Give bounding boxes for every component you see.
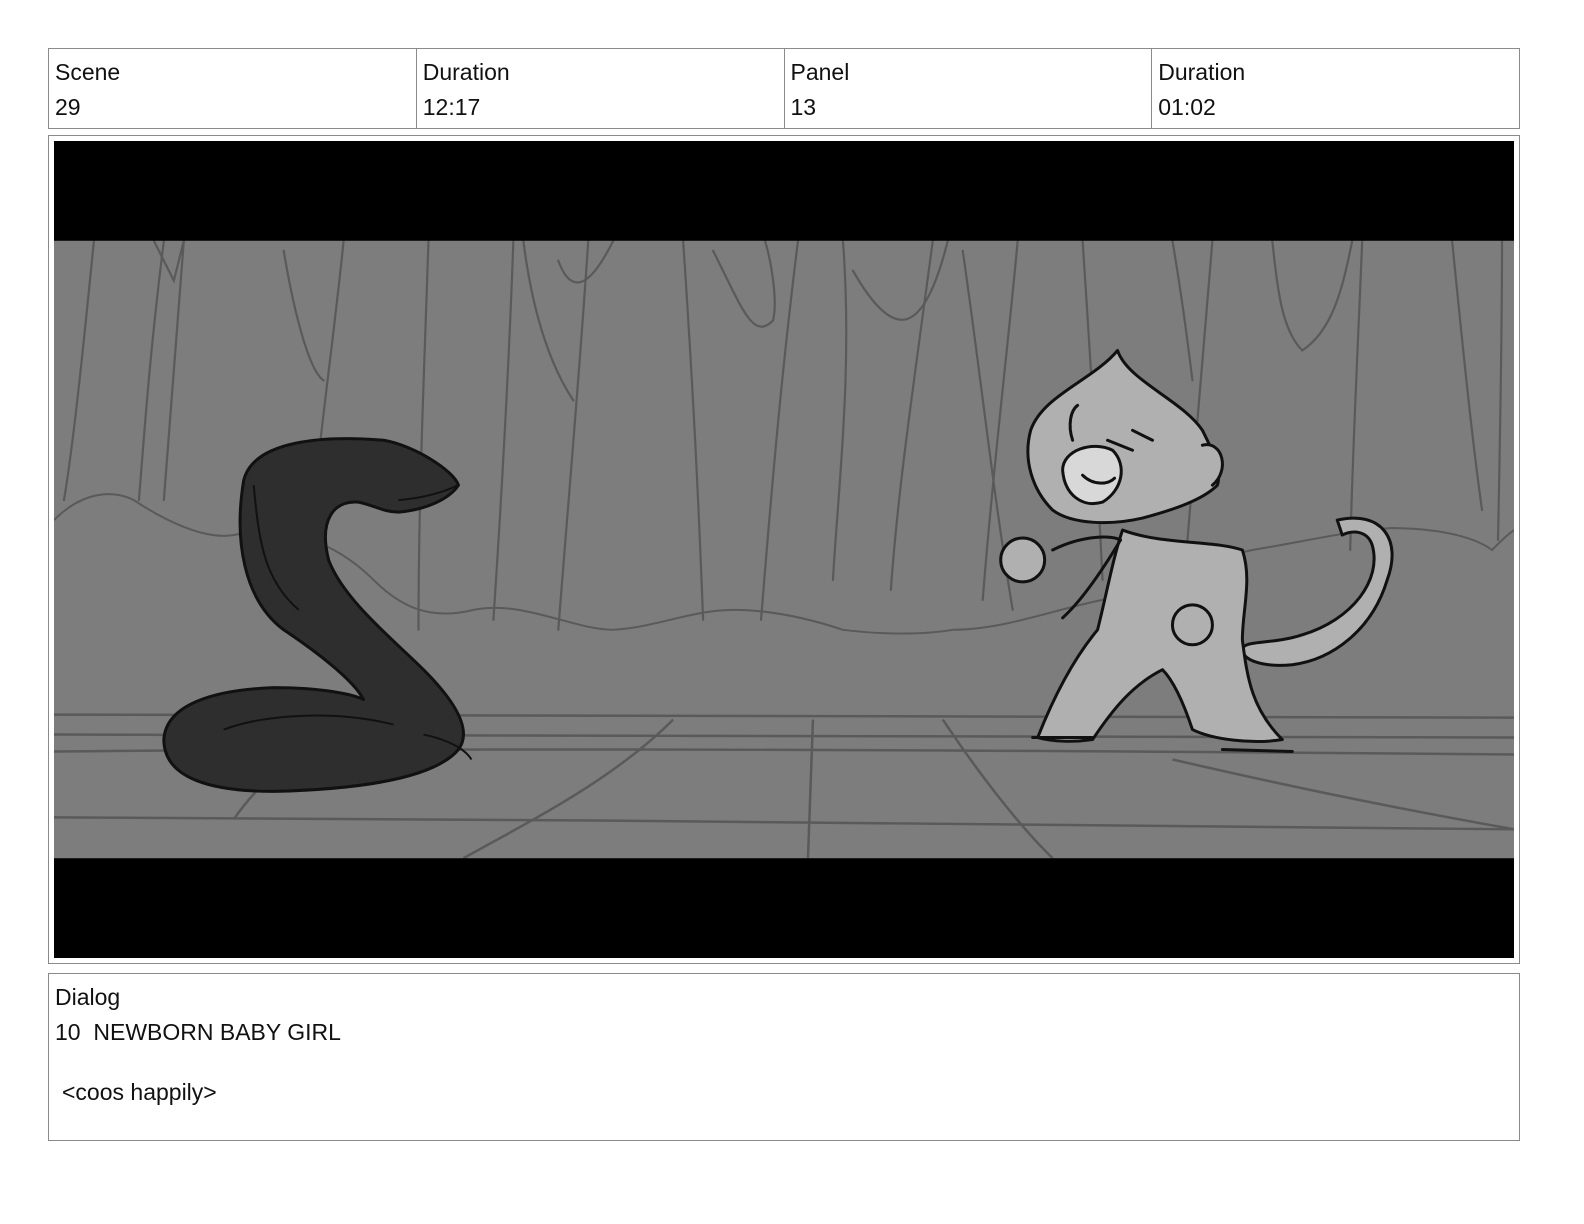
- panel-duration-value: 01:02: [1158, 94, 1216, 120]
- scene-duration-value: 12:17: [422, 94, 481, 120]
- dialog-label: Dialog: [55, 984, 121, 1010]
- letterbox-bottom: [54, 858, 1514, 958]
- storyboard-header: Scene 29 Duration 12:17 Panel 13 Duratio…: [48, 48, 1520, 129]
- scene-cell: Scene 29: [49, 49, 417, 128]
- panel-duration-label: Duration: [1158, 59, 1246, 85]
- dialog-line: <coos happily>: [62, 1079, 217, 1105]
- panel-number: 13: [790, 94, 817, 120]
- scene-number: 29: [55, 94, 81, 120]
- dialog-speaker: 10 NEWBORN BABY GIRL: [55, 1019, 341, 1045]
- storyboard-panel: [48, 135, 1520, 964]
- panel-sketch: [54, 141, 1514, 958]
- panel-cell: Panel 13: [785, 49, 1153, 128]
- letterbox-top: [54, 141, 1514, 241]
- panel-duration-cell: Duration 01:02: [1152, 49, 1519, 128]
- scene-duration-cell: Duration 12:17: [417, 49, 785, 128]
- panel-label: Panel: [790, 59, 850, 85]
- scene-duration-label: Duration: [422, 59, 510, 85]
- dialog-box: Dialog 10 NEWBORN BABY GIRL <coos happil…: [48, 973, 1520, 1141]
- scene-label: Scene: [55, 59, 121, 85]
